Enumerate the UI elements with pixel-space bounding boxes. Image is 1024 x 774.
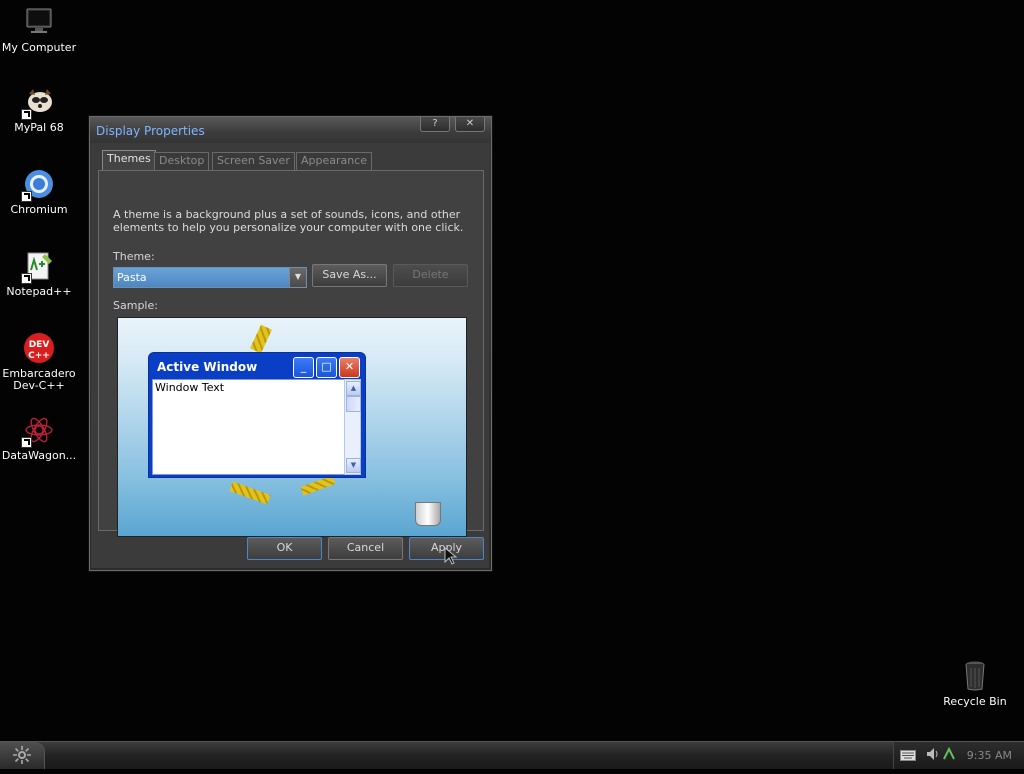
close-button[interactable]: ✕ (455, 117, 485, 132)
svg-text:DEV: DEV (29, 340, 50, 350)
desktop-icon-mypal[interactable]: MyPal 68 (0, 86, 80, 134)
desktop-icon-label: Recycle Bin (943, 695, 1007, 708)
tab-screen-saver[interactable]: Screen Saver (212, 152, 295, 170)
themes-tab-panel: A theme is a background plus a set of so… (98, 170, 484, 537)
start-button[interactable] (0, 742, 45, 769)
desktop-icon-devcpp[interactable]: DEV C++ Embarcadero Dev-C++ (0, 332, 80, 392)
tab-themes[interactable]: Themes (102, 150, 156, 171)
network-icon[interactable] (942, 747, 956, 761)
theme-select-value: Pasta (117, 271, 147, 284)
desktop-icon-label: Notepad++ (6, 285, 72, 298)
theme-description: A theme is a background plus a set of so… (113, 208, 464, 234)
close-icon: ✕ (339, 357, 360, 378)
clock[interactable]: 9:35 AM (967, 749, 1012, 762)
minimize-icon: _ (293, 357, 314, 378)
system-tray: 9:35 AM (893, 742, 1024, 769)
desktop-icon-notepadpp[interactable]: Notepad++ (0, 250, 80, 298)
pasta-decoration-icon (300, 475, 336, 496)
dialog-client-area: Themes Desktop Screen Saver Appearance A… (91, 143, 489, 568)
chromium-icon (21, 168, 55, 202)
desktop-icon-datawagon[interactable]: DataWagon... (0, 414, 80, 462)
sample-active-window: Active Window _ □ ✕ Window Text ▲ ▼ (148, 352, 366, 478)
scroll-thumb (346, 396, 361, 412)
maximize-icon: □ (316, 357, 337, 378)
speaker-icon[interactable] (926, 747, 940, 761)
sample-window-title: Active Window (157, 360, 258, 374)
sample-window-client: Window Text (152, 379, 346, 475)
help-button[interactable]: ? (420, 117, 450, 132)
svg-text:C++: C++ (28, 351, 50, 361)
theme-select[interactable]: Pasta ▼ (113, 267, 307, 288)
ok-button[interactable]: OK (247, 537, 322, 560)
sample-scrollbar: ▲ ▼ (344, 379, 361, 475)
mouse-cursor-icon (444, 547, 458, 565)
start-icon (13, 746, 31, 764)
devcpp-icon: DEV C++ (23, 332, 55, 364)
shortcut-arrow-icon (21, 437, 32, 448)
chevron-down-icon[interactable]: ▼ (289, 268, 306, 287)
notepadpp-icon (21, 250, 55, 284)
shortcut-arrow-icon (21, 109, 32, 120)
save-as-button[interactable]: Save As... (312, 264, 387, 287)
display-properties-dialog: Display Properties ? ✕ Themes Desktop Sc… (89, 116, 492, 571)
tab-appearance[interactable]: Appearance (296, 152, 373, 170)
desktop-icon-label: Embarcadero Dev-C++ (2, 367, 76, 392)
shortcut-arrow-icon (21, 273, 32, 284)
delete-button[interactable]: Delete (393, 264, 468, 287)
shortcut-arrow-icon (21, 191, 32, 202)
sample-window-text: Window Text (155, 381, 225, 394)
dialog-titlebar[interactable]: Display Properties ? ✕ (90, 117, 491, 143)
theme-label: Theme: (113, 250, 155, 263)
pasta-pot-icon (415, 502, 441, 526)
desktop-icon-label: My Computer (1, 41, 77, 54)
datawagon-icon (21, 414, 55, 448)
dialog-title: Display Properties (96, 124, 205, 138)
desktop-icon-my-computer[interactable]: My Computer (0, 6, 80, 54)
cancel-button[interactable]: Cancel (328, 537, 403, 560)
theme-sample-preview: Active Window _ □ ✕ Window Text ▲ ▼ (117, 317, 467, 537)
desktop-icon-chromium[interactable]: Chromium (0, 168, 80, 216)
taskbar: 9:35 AM (0, 741, 1024, 769)
pasta-decoration-icon (229, 481, 271, 505)
desktop-icon-label: DataWagon... (1, 449, 77, 462)
my-computer-icon (23, 6, 55, 38)
recycle-bin-icon (959, 660, 991, 692)
tab-desktop[interactable]: Desktop (154, 152, 210, 170)
desktop-icon-label: Chromium (10, 203, 68, 216)
keyboard-icon[interactable] (900, 750, 916, 762)
desktop-icon-recycle-bin[interactable]: Recycle Bin (934, 660, 1016, 708)
scroll-up-icon: ▲ (346, 381, 361, 396)
desktop-icon-label: MyPal 68 (14, 121, 64, 134)
mypal-icon (21, 86, 55, 120)
sample-label: Sample: (113, 299, 158, 312)
pasta-decoration-icon (250, 324, 272, 354)
scroll-down-icon: ▼ (346, 458, 361, 473)
